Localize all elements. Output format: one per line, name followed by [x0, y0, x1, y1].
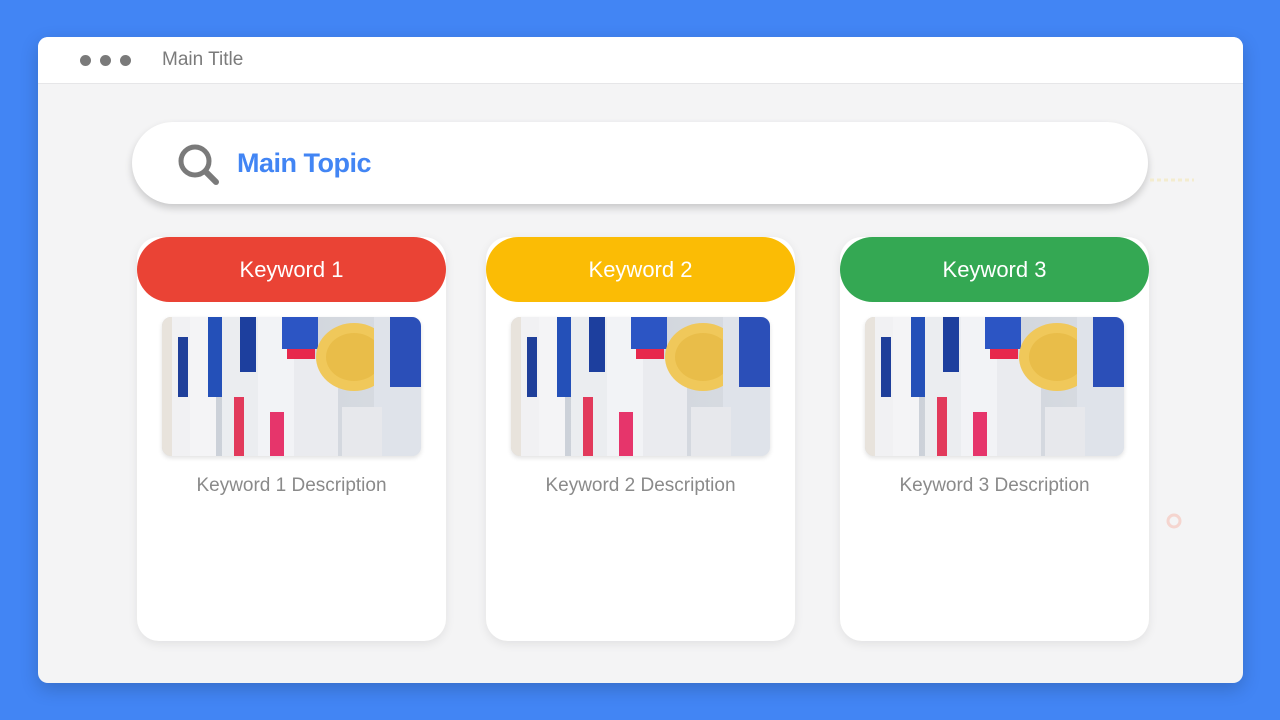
keyword-photo-3 [865, 317, 1124, 456]
keyword-photo-1 [162, 317, 421, 456]
keyword-card-2: Keyword 2 Keyword 2 Description [486, 237, 795, 641]
app-window: Main Title Main Topic Keyword 1 Keyword … [38, 37, 1243, 683]
search-input[interactable]: Main Topic [237, 146, 372, 180]
keyword-card-1: Keyword 1 Keyword 1 Description [137, 237, 446, 641]
keyword-header-2[interactable]: Keyword 2 [486, 237, 795, 302]
window-title: Main Title [162, 49, 244, 70]
keyword-description-1: Keyword 1 Description [196, 475, 387, 496]
keyword-header-3[interactable]: Keyword 3 [840, 237, 1149, 302]
keyword-photo-2 [511, 317, 770, 456]
decorative-ring [1166, 513, 1182, 529]
keyword-header-1[interactable]: Keyword 1 [137, 237, 446, 302]
window-dot [80, 55, 91, 66]
window-dot [100, 55, 111, 66]
window-dot [120, 55, 131, 66]
keyword-description-2: Keyword 2 Description [545, 475, 736, 496]
decorative-dashes [1150, 178, 1194, 182]
window-dots-icon[interactable] [80, 55, 131, 66]
title-bar: Main Title [38, 37, 1243, 84]
search-bar[interactable]: Main Topic [132, 122, 1148, 204]
keyword-card-3: Keyword 3 Keyword 3 Description [840, 237, 1149, 641]
keyword-description-3: Keyword 3 Description [899, 475, 1090, 496]
search-icon [178, 144, 219, 185]
